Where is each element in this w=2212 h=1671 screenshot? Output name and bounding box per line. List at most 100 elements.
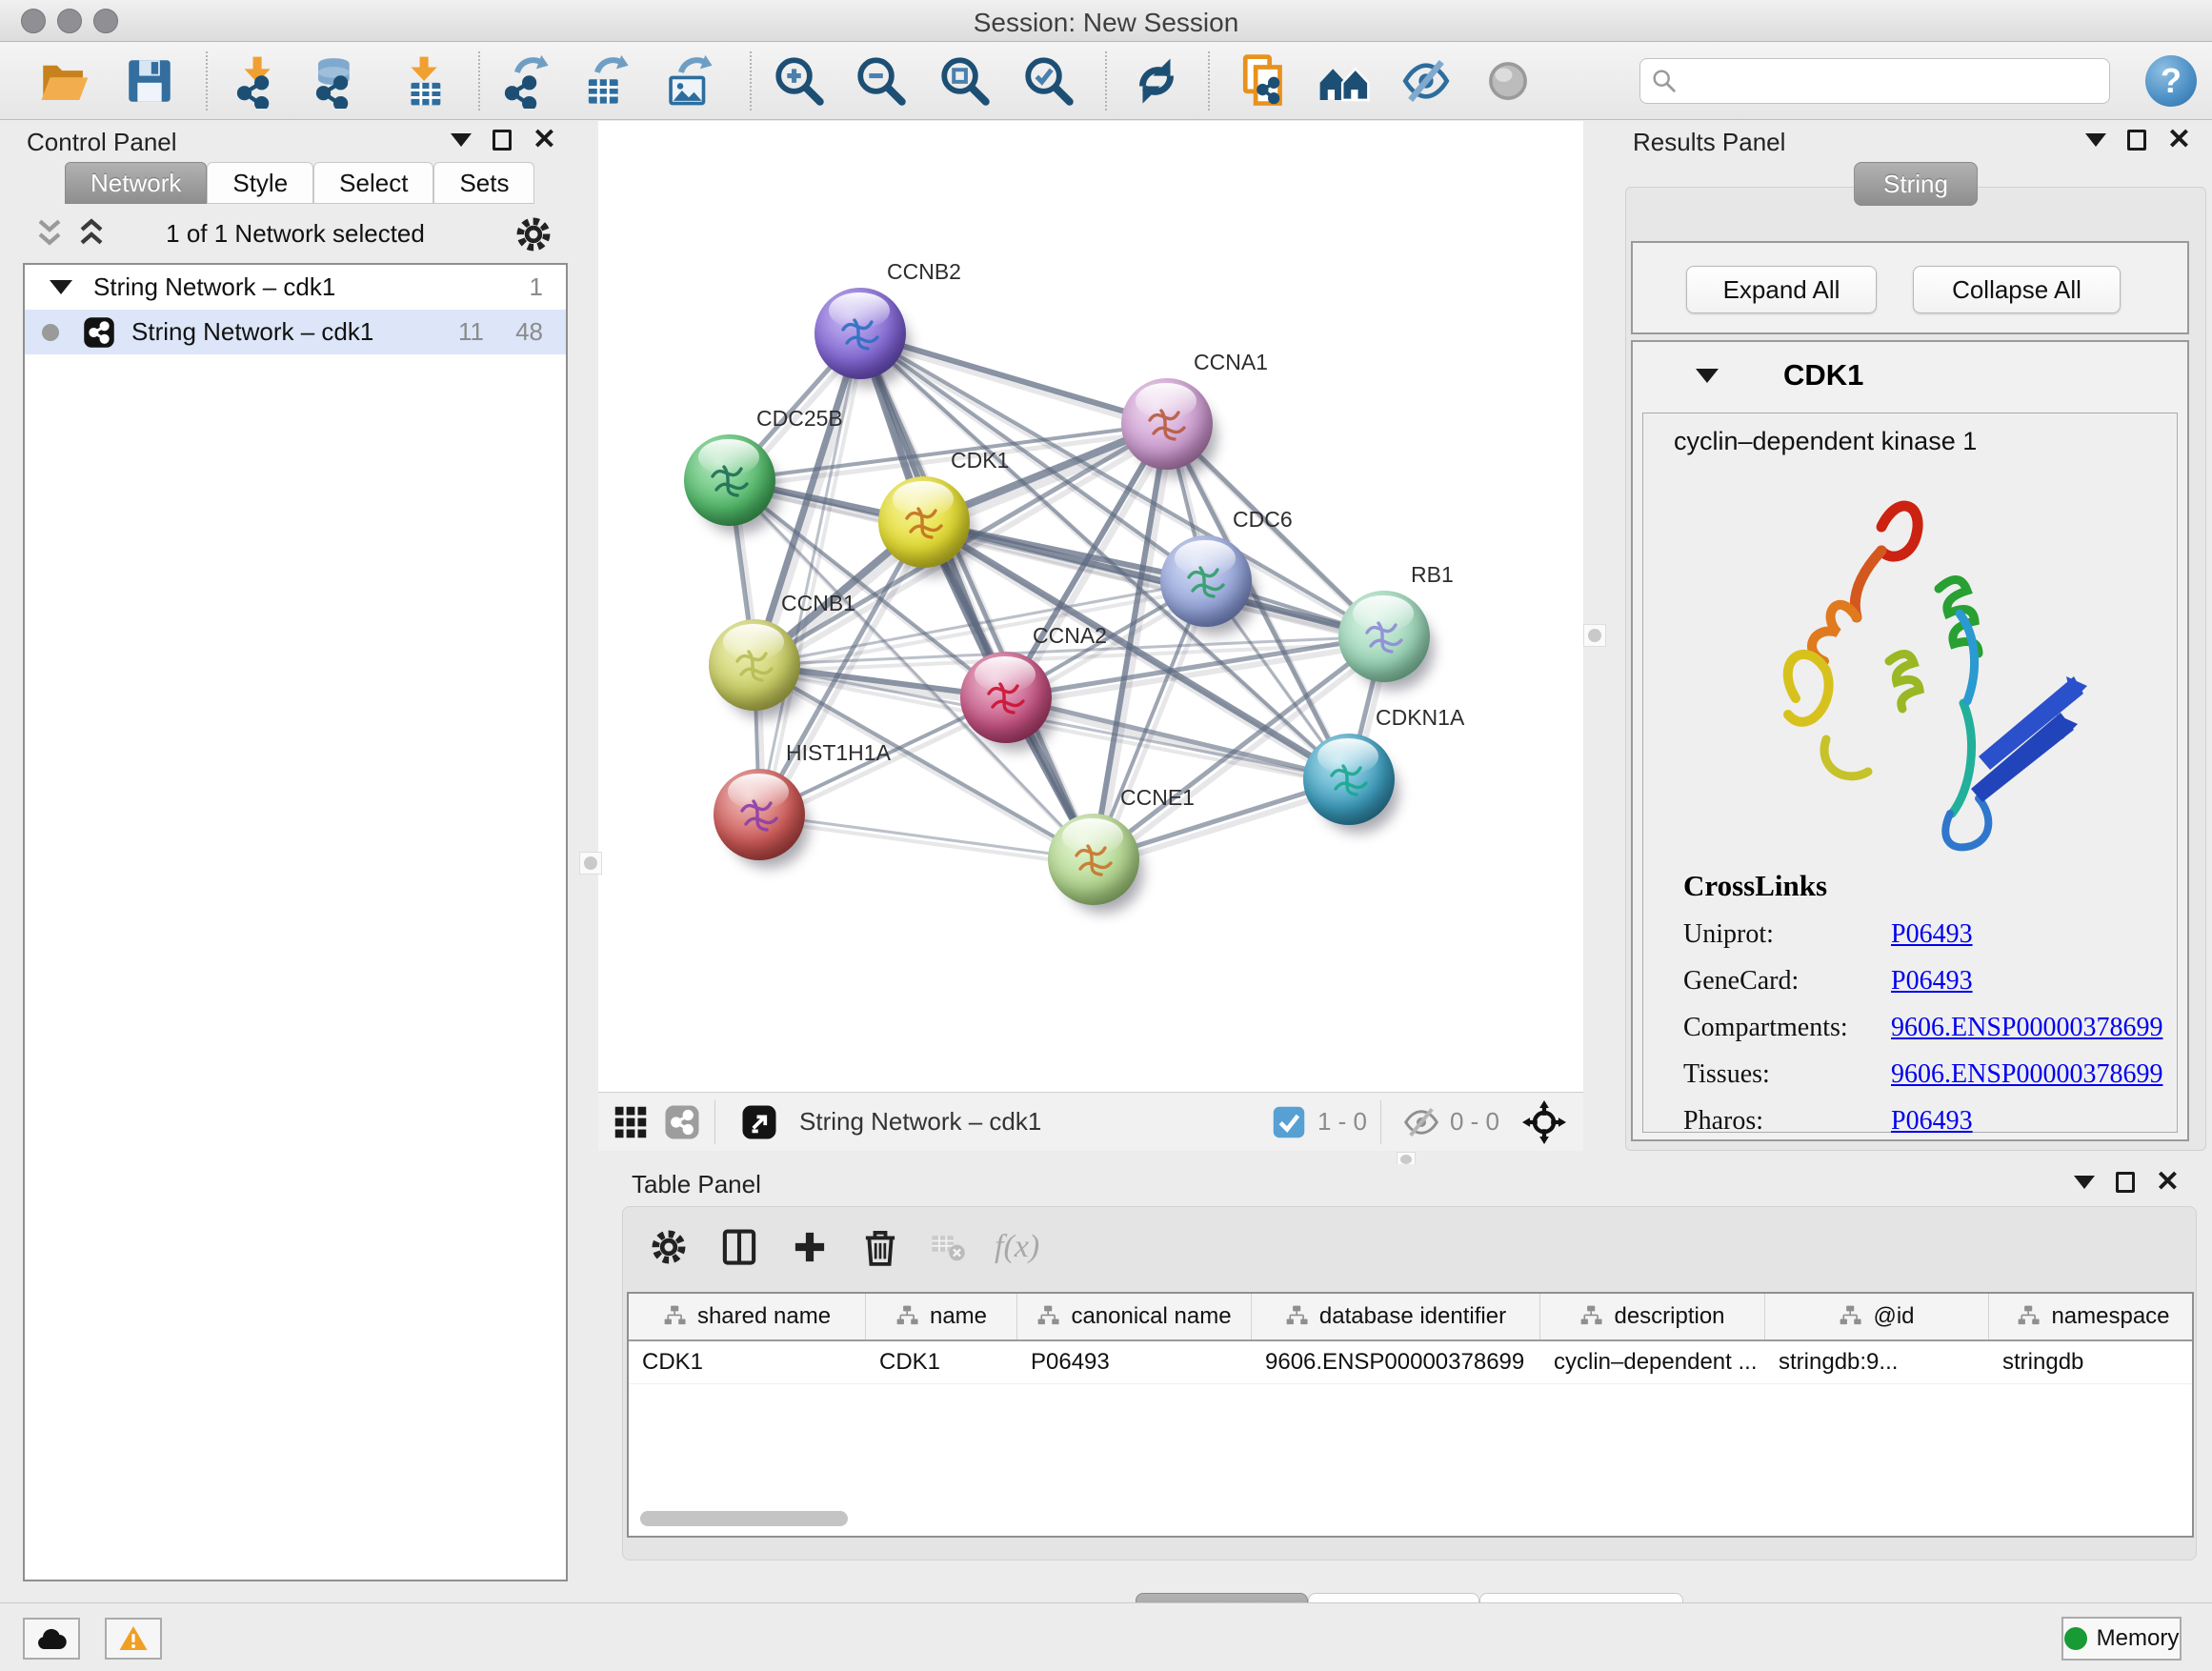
node-hist1h1a[interactable]: [714, 769, 805, 860]
node-rb1[interactable]: [1338, 591, 1430, 682]
results-float-icon[interactable]: [2127, 130, 2146, 151]
results-close-icon[interactable]: ✕: [2167, 130, 2191, 151]
column-header-database-identifier[interactable]: database identifier: [1252, 1294, 1540, 1339]
network-collection-row[interactable]: String Network – cdk1 1: [25, 265, 566, 310]
import-network-icon[interactable]: [231, 53, 286, 109]
crosslink-link[interactable]: P06493: [1891, 919, 1973, 950]
table-menu-icon[interactable]: [2074, 1176, 2095, 1189]
crosslink-link[interactable]: P06493: [1891, 966, 1973, 997]
grid-view-icon[interactable]: [612, 1103, 650, 1141]
node-ccne1[interactable]: [1048, 814, 1139, 905]
node-ccnb1[interactable]: [709, 619, 800, 711]
cloud-button[interactable]: [23, 1618, 80, 1660]
zoom-fit-icon[interactable]: [937, 53, 993, 109]
table-hscrollbar[interactable]: [638, 1511, 2182, 1528]
results-menu-icon[interactable]: [2085, 133, 2106, 147]
birdseye-icon[interactable]: [1522, 1100, 1566, 1144]
export-table-icon[interactable]: [578, 53, 633, 109]
import-database-icon[interactable]: [310, 53, 365, 109]
cdk1-section-header[interactable]: CDK1: [1633, 342, 2187, 409]
crosslink-link[interactable]: P06493: [1891, 1106, 1973, 1137]
detach-view-icon[interactable]: [740, 1103, 778, 1141]
table-float-icon[interactable]: [2116, 1172, 2135, 1193]
table-row[interactable]: CDK1CDK1P064939606.ENSP00000378699cyclin…: [629, 1341, 2192, 1384]
network-canvas[interactable]: CCNB2CCNA1CDC25BCDK1CDC6RB1CCNB1CCNA2CDK…: [598, 121, 1583, 1092]
column-header--id[interactable]: @id: [1765, 1294, 1989, 1339]
trash-icon[interactable]: [859, 1226, 901, 1268]
clone-network-icon[interactable]: [1238, 53, 1294, 109]
save-session-icon[interactable]: [122, 53, 177, 109]
selected-checkbox-icon[interactable]: [1270, 1103, 1308, 1141]
node-ccna2[interactable]: [960, 652, 1052, 743]
panel-close-icon[interactable]: ✕: [533, 130, 556, 151]
crosslink-link[interactable]: 9606.ENSP00000378699: [1891, 1013, 2162, 1043]
zoom-out-icon[interactable]: [854, 53, 909, 109]
tab-select[interactable]: Select: [313, 162, 433, 204]
crosslink-row: GeneCard:P06493: [1683, 966, 2162, 997]
node-cdk1[interactable]: [878, 476, 970, 568]
collapse-all-button[interactable]: Collapse All: [1913, 266, 2121, 313]
table-cell[interactable]: 9606.ENSP00000378699: [1252, 1341, 1540, 1383]
node-ccna1[interactable]: [1121, 378, 1213, 470]
eye-gray-icon[interactable]: [1480, 53, 1536, 109]
panel-float-icon[interactable]: [493, 130, 512, 151]
tab-sets[interactable]: Sets: [433, 162, 534, 204]
gear-icon[interactable]: [648, 1226, 690, 1268]
zoom-in-icon[interactable]: [772, 53, 827, 109]
column-header-canonical-name[interactable]: canonical name: [1017, 1294, 1252, 1339]
network-selected-text: 1 of 1 Network selected: [10, 219, 581, 249]
cdk1-collapse-icon[interactable]: [1696, 369, 1719, 383]
node-cdc25b[interactable]: [684, 434, 775, 526]
table-cell[interactable]: stringdb:9...: [1765, 1341, 1989, 1383]
hscroll-thumb[interactable]: [640, 1511, 848, 1526]
table-cell[interactable]: stringdb: [1989, 1341, 2194, 1383]
hide-graphics-icon[interactable]: [1398, 53, 1454, 109]
export-image-icon[interactable]: [662, 53, 717, 109]
column-header-description[interactable]: description: [1540, 1294, 1765, 1339]
network-node-count: 11: [458, 317, 484, 347]
memory-button[interactable]: Memory: [2061, 1617, 2182, 1661]
network-row[interactable]: String Network – cdk1 11 48: [25, 310, 566, 354]
help-button[interactable]: ?: [2145, 55, 2197, 107]
memory-label: Memory: [2097, 1625, 2180, 1652]
import-table-icon[interactable]: [397, 53, 452, 109]
search-field[interactable]: [1639, 58, 2110, 104]
refresh-icon[interactable]: [1129, 53, 1184, 109]
network-badge-icon[interactable]: [663, 1103, 701, 1141]
table-delete-icon[interactable]: [930, 1229, 966, 1265]
export-network-icon[interactable]: [498, 53, 553, 109]
node-ccnb2[interactable]: [814, 288, 906, 379]
column-header-namespace[interactable]: namespace: [1989, 1294, 2194, 1339]
cdk1-section: CDK1 cyclin–dependent kinase 1: [1631, 340, 2189, 1141]
plus-icon[interactable]: [789, 1226, 831, 1268]
table-cell[interactable]: cyclin–dependent ...: [1540, 1341, 1765, 1383]
expand-all-button[interactable]: Expand All: [1686, 266, 1877, 313]
node-cdc6[interactable]: [1160, 535, 1252, 627]
node-cdkn1a[interactable]: [1303, 734, 1395, 825]
collection-expand-icon[interactable]: [50, 280, 72, 294]
table-close-icon[interactable]: ✕: [2156, 1172, 2180, 1193]
houses-icon[interactable]: [1317, 53, 1372, 109]
column-label: description: [1614, 1303, 1724, 1330]
node-label-cdc6: CDC6: [1233, 507, 1293, 533]
tab-network[interactable]: Network: [65, 162, 207, 204]
tab-string[interactable]: String: [1854, 162, 1978, 206]
search-input[interactable]: [1679, 62, 2109, 100]
node-table[interactable]: shared namenamecanonical namedatabase id…: [627, 1292, 2194, 1538]
left-splitter-handle[interactable]: [579, 852, 602, 875]
fx-builder-icon[interactable]: f(x): [995, 1229, 1039, 1265]
tab-style[interactable]: Style: [207, 162, 313, 204]
columns-icon[interactable]: [718, 1226, 760, 1268]
crosslink-link[interactable]: 9606.ENSP00000378699: [1891, 1059, 2162, 1090]
zoom-selected-icon[interactable]: [1021, 53, 1076, 109]
column-header-shared-name[interactable]: shared name: [629, 1294, 866, 1339]
open-session-icon[interactable]: [36, 53, 91, 109]
right-splitter-handle[interactable]: [1583, 624, 1606, 647]
table-cell[interactable]: P06493: [1017, 1341, 1252, 1383]
warnings-button[interactable]: [105, 1618, 162, 1660]
table-cell[interactable]: CDK1: [866, 1341, 1017, 1383]
network-options-gear-icon[interactable]: [513, 213, 554, 255]
panel-menu-icon[interactable]: [451, 133, 472, 147]
column-header-name[interactable]: name: [866, 1294, 1017, 1339]
table-cell[interactable]: CDK1: [629, 1341, 866, 1383]
